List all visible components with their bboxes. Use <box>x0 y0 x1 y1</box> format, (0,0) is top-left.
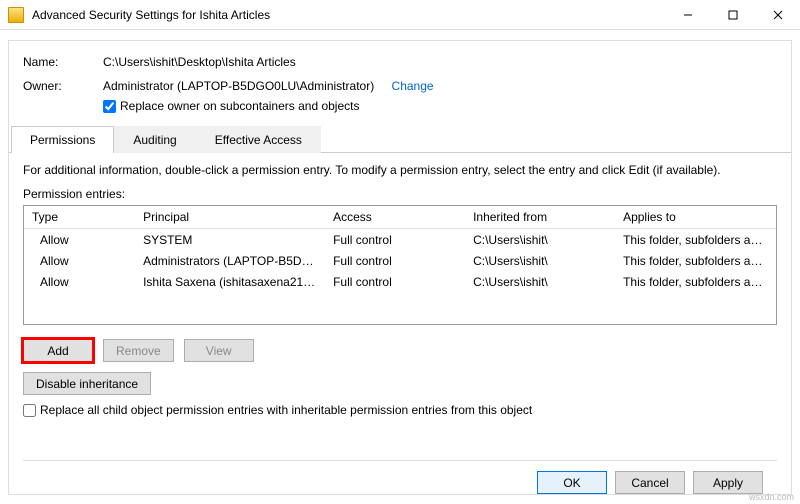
ok-button[interactable]: OK <box>537 471 607 494</box>
replace-owner-label: Replace owner on subcontainers and objec… <box>120 99 359 113</box>
replace-child-checkbox[interactable] <box>23 404 36 417</box>
window-title: Advanced Security Settings for Ishita Ar… <box>32 8 665 22</box>
dialog-body: Name: C:\Users\ishit\Desktop\Ishita Arti… <box>8 40 792 495</box>
change-owner-link[interactable]: Change <box>392 79 434 93</box>
close-button[interactable] <box>755 0 800 29</box>
tab-bar: Permissions Auditing Effective Access <box>9 125 791 153</box>
hint-text: For additional information, double-click… <box>23 163 777 177</box>
cell-access: Full control <box>325 271 465 292</box>
minimize-button[interactable] <box>665 0 710 29</box>
cell-type: Allow <box>32 229 135 251</box>
col-principal[interactable]: Principal <box>135 206 325 229</box>
cell-principal: SYSTEM <box>135 229 325 251</box>
view-button[interactable]: View <box>184 339 254 362</box>
col-inherited[interactable]: Inherited from <box>465 206 615 229</box>
entries-label: Permission entries: <box>23 187 777 201</box>
cell-principal: Ishita Saxena (ishitasaxena2109... <box>135 271 325 292</box>
apply-button[interactable]: Apply <box>693 471 763 494</box>
name-label: Name: <box>23 55 103 69</box>
replace-child-label: Replace all child object permission entr… <box>40 403 532 417</box>
cell-access: Full control <box>325 250 465 271</box>
tab-auditing[interactable]: Auditing <box>114 126 195 153</box>
folder-icon <box>8 7 24 23</box>
cell-applies: This folder, subfolders and files <box>615 271 776 292</box>
col-applies[interactable]: Applies to <box>615 206 776 229</box>
cancel-button[interactable]: Cancel <box>615 471 685 494</box>
replace-owner-checkbox[interactable] <box>103 100 116 113</box>
col-type[interactable]: Type <box>24 206 135 229</box>
table-row[interactable]: AllowIshita Saxena (ishitasaxena2109...F… <box>24 271 776 292</box>
disable-inheritance-button[interactable]: Disable inheritance <box>23 372 151 395</box>
owner-value: Administrator (LAPTOP-B5DGO0LU\Administr… <box>103 79 374 93</box>
watermark: wsxdn.com <box>749 492 794 502</box>
cell-inherited: C:\Users\ishit\ <box>465 229 615 251</box>
table-row[interactable]: AllowAdministrators (LAPTOP-B5DGO...Full… <box>24 250 776 271</box>
cell-type: Allow <box>32 250 135 271</box>
tab-effective-access[interactable]: Effective Access <box>196 126 321 153</box>
title-bar: Advanced Security Settings for Ishita Ar… <box>0 0 800 30</box>
col-access[interactable]: Access <box>325 206 465 229</box>
tab-permissions[interactable]: Permissions <box>11 126 114 153</box>
cell-applies: This folder, subfolders and files <box>615 250 776 271</box>
cell-type: Allow <box>32 271 135 292</box>
cell-applies: This folder, subfolders and files <box>615 229 776 251</box>
table-row[interactable]: AllowSYSTEMFull controlC:\Users\ishit\Th… <box>24 229 776 251</box>
maximize-button[interactable] <box>710 0 755 29</box>
name-value: C:\Users\ishit\Desktop\Ishita Articles <box>103 55 777 69</box>
permission-grid[interactable]: Type Principal Access Inherited from App… <box>23 205 777 325</box>
remove-button[interactable]: Remove <box>103 339 174 362</box>
owner-label: Owner: <box>23 79 103 93</box>
cell-access: Full control <box>325 229 465 251</box>
cell-inherited: C:\Users\ishit\ <box>465 250 615 271</box>
cell-inherited: C:\Users\ishit\ <box>465 271 615 292</box>
add-button[interactable]: Add <box>23 339 93 362</box>
cell-principal: Administrators (LAPTOP-B5DGO... <box>135 250 325 271</box>
